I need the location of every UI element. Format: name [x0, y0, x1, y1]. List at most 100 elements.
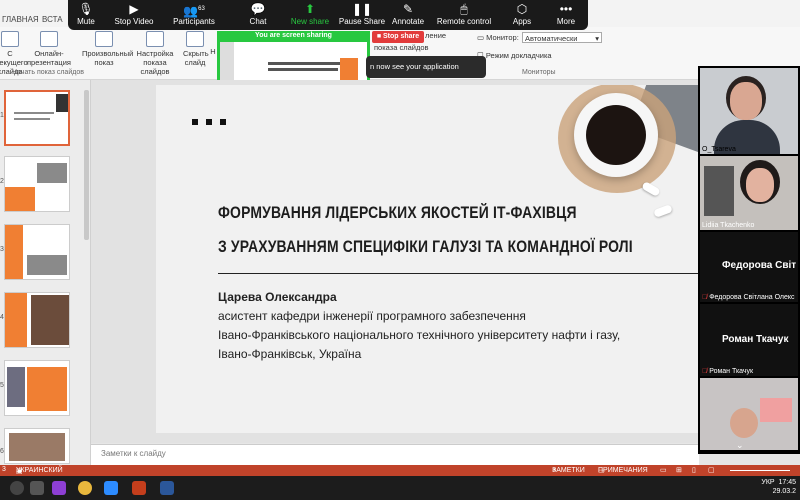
chrome-icon[interactable]: [78, 481, 92, 495]
camera-icon: ▶: [129, 2, 139, 16]
participant-big-name: Роман Ткачук: [722, 334, 789, 345]
app-icon[interactable]: [52, 481, 66, 495]
thumbnail-slide-3[interactable]: [4, 224, 70, 280]
chat-button[interactable]: 💬 Chat: [228, 2, 288, 26]
apps-label: Apps: [512, 17, 532, 26]
chevron-down-icon[interactable]: ⌄: [736, 440, 752, 450]
zoom-slider[interactable]: [730, 470, 790, 471]
participant-tile-4[interactable]: Роман Ткачук 🎙̸ Роман Ткачук: [700, 304, 798, 376]
notes-toggle-label: ЗАМЕТКИ: [552, 467, 585, 474]
windows-taskbar: УКР 17:45 29.03.2: [0, 476, 800, 500]
more-icon: •••: [559, 2, 573, 16]
group-start-label: Начать показ слайдов: [12, 69, 84, 76]
remote-control-button[interactable]: 🖱 Remote control: [434, 2, 494, 26]
participant-name: Lidiia Tkachenko: [702, 222, 755, 229]
view-reading-icon[interactable]: ▯: [692, 466, 696, 474]
hide-slide-button[interactable]: Скрыть слайд: [183, 29, 209, 67]
powerpoint-icon[interactable]: [132, 481, 146, 495]
participants-count: 63: [198, 6, 205, 12]
show-partial-text: показа слайдов: [374, 43, 429, 52]
presenter-mode-checkbox[interactable]: ☐ Режим докладчика: [477, 51, 552, 60]
hide-label: Скрыть слайд: [183, 49, 209, 67]
thumbnail-slide-1[interactable]: [4, 90, 70, 146]
zoom-toolbar: 🎙 Mute ▶ Stop Video 👥63 Participants 💬 Chat …: [68, 0, 588, 30]
zoom-app-icon[interactable]: [104, 481, 118, 495]
participant-tile-3[interactable]: Федорова Світ 🎙̸ Федорова Світлана Олекс: [700, 232, 798, 302]
thumbnail-slide-5[interactable]: [4, 360, 70, 416]
mute-label: Mute: [77, 17, 95, 26]
new-share-button[interactable]: ⬆ New share: [280, 2, 340, 26]
setup-label: Настройка показа слайдов: [136, 49, 174, 76]
author-position: асистент кафедри інженерії програмного з…: [218, 309, 526, 323]
chat-label: Chat: [249, 17, 267, 26]
clock-date: 29.03.2: [772, 488, 796, 495]
chevron-down-icon: ▾: [595, 34, 599, 43]
word-icon[interactable]: [160, 481, 174, 495]
online-label: Онлайн-презентация: [27, 49, 71, 67]
thumbnail-slide-2[interactable]: [4, 156, 70, 212]
setup-show-button[interactable]: Настройка показа слайдов: [130, 29, 180, 76]
remote-control-label: Remote control: [436, 17, 492, 26]
thumbnail-slide-6[interactable]: [4, 428, 70, 464]
earbud-image: [641, 181, 661, 197]
share-up-icon: ⬆: [304, 2, 316, 16]
author-name: Царева Олександра: [218, 290, 337, 304]
search-icon[interactable]: [10, 481, 24, 495]
annotate-button[interactable]: ✎ Annotate: [378, 2, 438, 26]
status-slide-number: 3: [2, 466, 6, 473]
slide-title-line-1: ФОРМУВАННЯ ЛІДЕРСЬКИХ ЯКОСТЕЙ ІТ-ФАХІВЦЯ: [218, 203, 577, 222]
more-button[interactable]: ••• More: [536, 2, 596, 26]
participants-button[interactable]: 👥63 Participants: [164, 2, 224, 26]
task-view-icon[interactable]: [30, 481, 44, 495]
author-city: Івано-Франківськ, Україна: [218, 347, 362, 361]
new-share-label: New share: [290, 17, 330, 26]
participant-name: 🎙̸ Федорова Світлана Олекс: [702, 294, 795, 301]
notes-placeholder: Заметки к слайду: [101, 449, 166, 458]
share-toast: n now see your application: [366, 56, 486, 78]
thumbnail-slide-4[interactable]: [4, 292, 70, 348]
stop-share-label: Stop share: [383, 33, 420, 40]
group-monitors-label: Мониторы: [522, 69, 556, 76]
stop-video-label: Stop Video: [114, 17, 154, 26]
participant-name-text: Роман Ткачук: [709, 368, 754, 375]
participant-name-text: Федорова Світлана Олекс: [709, 294, 795, 301]
coffee-cup-image: [574, 93, 658, 177]
monitor-value: Автоматически: [525, 34, 578, 43]
annotate-label: Annotate: [391, 17, 425, 26]
setup-icon: [146, 31, 164, 47]
current-slide[interactable]: ФОРМУВАННЯ ЛІДЕРСЬКИХ ЯКОСТЕЙ ІТ-ФАХІВЦЯ…: [156, 85, 700, 433]
presenter-mode-label: Режим докладчика: [485, 51, 552, 60]
hide-slide-icon: [186, 31, 204, 47]
more-label: More: [556, 17, 576, 26]
status-bar: 3 ▣ УКРАИНСКИЙ ≡ ЗАМЕТКИ ▭ ПРИМЕЧАНИЯ ▭ …: [0, 465, 800, 476]
participants-video-panel: O_Tsareva Lidiia Tkachenko Федорова Світ…: [698, 66, 800, 454]
participant-tile-5[interactable]: ⌄: [700, 378, 798, 450]
notes-pane[interactable]: Заметки к слайду: [91, 444, 699, 465]
monitor-label-text: Монитор:: [486, 33, 519, 42]
tab-home[interactable]: ГЛАВНАЯ: [2, 15, 39, 24]
participant-tile-1[interactable]: O_Tsareva: [700, 68, 798, 154]
chat-icon: 💬: [250, 2, 266, 16]
remote-control-icon: 🖱: [460, 2, 468, 16]
participants-icon: 👥63: [183, 4, 205, 18]
system-tray[interactable]: УКР 17:45 29.03.2: [761, 478, 796, 496]
slide-thumbnails-pane: 1 2 3 4 5 6: [0, 80, 91, 465]
monitor-select[interactable]: Автоматически ▾: [522, 32, 602, 43]
comments-toggle-label: ПРИМЕЧАНИЯ: [598, 467, 648, 474]
language-label: УКРАИНСКИЙ: [16, 467, 63, 474]
stop-share-button[interactable]: ■ Stop share: [372, 31, 424, 43]
custom-show-button[interactable]: Произвольный показ: [82, 29, 133, 67]
custom-label: Произвольный показ: [82, 49, 134, 67]
participant-big-name: Федорова Світ: [722, 260, 797, 271]
view-slideshow-icon[interactable]: ▢: [708, 466, 715, 474]
thumbnails-scrollbar[interactable]: [84, 90, 89, 240]
clock-time: 17:45: [778, 479, 796, 486]
stop-video-button[interactable]: ▶ Stop Video: [104, 2, 164, 26]
view-normal-icon[interactable]: ▭: [660, 466, 667, 474]
participant-tile-2[interactable]: Lidiia Tkachenko: [700, 156, 798, 230]
earbud-image: [653, 204, 673, 218]
online-presentation-button[interactable]: Онлайн-презентация: [27, 29, 71, 67]
view-sorter-icon[interactable]: ⊞: [676, 466, 682, 474]
decorative-dots: [192, 117, 234, 127]
custom-show-icon: [95, 31, 113, 47]
